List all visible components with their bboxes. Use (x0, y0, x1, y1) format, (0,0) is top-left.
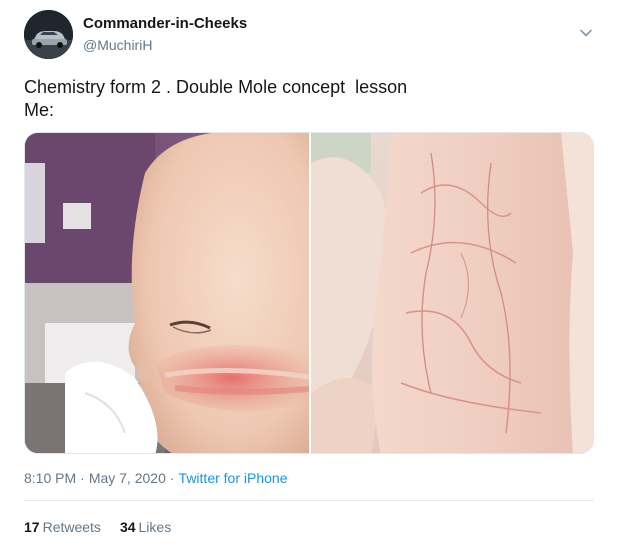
retweets-count: 17 (24, 519, 40, 535)
tweet-timestamp: 8:10 PM · May 7, 2020 · Twitter for iPhone (24, 470, 287, 486)
tweet-card: Commander-in-Cheeks @MuchiriH Chemistry … (0, 0, 617, 549)
likes-count: 34 (119, 519, 136, 535)
likes-label: Likes (138, 519, 172, 535)
engagement-stats: 17 Retweets 34 Likes (24, 519, 171, 535)
baby-cheek-photo[interactable] (25, 133, 310, 453)
chevron-down-icon[interactable] (577, 24, 595, 42)
avatar[interactable] (24, 10, 73, 59)
car-avatar-icon (24, 10, 73, 59)
tweet-date[interactable]: May 7, 2020 (89, 470, 166, 486)
tweet-source-link[interactable]: Twitter for iPhone (179, 470, 288, 486)
retweets-label: Retweets (42, 519, 101, 535)
retweets-stat[interactable]: 17 Retweets (24, 519, 101, 535)
media-grid (24, 132, 594, 454)
skin-marks-photo[interactable] (311, 133, 593, 453)
divider (24, 500, 594, 501)
tweet-text-line-1: Chemistry form 2 . Double Mole concept l… (24, 77, 408, 97)
tweet-time[interactable]: 8:10 PM (24, 470, 76, 486)
display-name[interactable]: Commander-in-Cheeks (83, 15, 247, 32)
tweet-text: Chemistry form 2 . Double Mole concept l… (24, 76, 407, 122)
meta-separator-2: · (169, 470, 175, 486)
likes-stat[interactable]: 34 Likes (120, 519, 171, 535)
user-handle[interactable]: @MuchiriH (83, 37, 152, 53)
meta-separator: · (80, 470, 85, 486)
tweet-text-line-2: Me: (24, 100, 55, 120)
